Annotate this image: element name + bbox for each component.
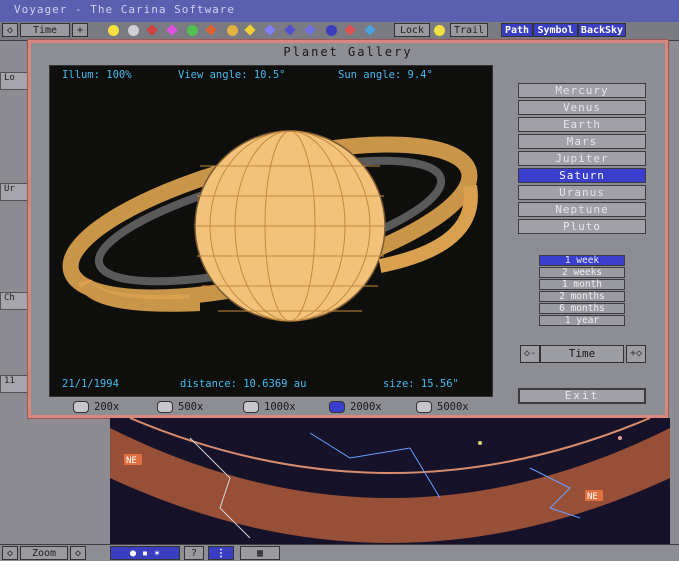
zoom-out-arrow[interactable]: ◇	[2, 546, 18, 560]
window-title: Voyager - The Carina Software	[14, 3, 236, 16]
coords-icon[interactable]: ⋮	[208, 546, 234, 560]
sky-map[interactable]: NE NE	[110, 418, 670, 548]
planet-neptune-button[interactable]: Neptune	[518, 202, 646, 217]
mag-1000x-option[interactable]: 1000x	[243, 399, 296, 415]
left-panel-tab[interactable]: Lo	[0, 72, 28, 90]
time-step-back-button[interactable]: ◇-	[520, 345, 540, 363]
time-step-label: Time	[540, 345, 624, 363]
asteroid-icon[interactable]	[205, 24, 217, 36]
left-panel-tab[interactable]: Ch	[0, 292, 28, 310]
mag-500x-option[interactable]: 500x	[157, 399, 203, 415]
trail-button[interactable]: Trail	[450, 23, 488, 37]
planet-saturn-button[interactable]: Saturn	[518, 168, 646, 183]
size-readout: size: 15.56"	[383, 378, 459, 390]
planet-uranus-button[interactable]: Uranus	[518, 185, 646, 200]
toolbar-time-button[interactable]: Time	[20, 23, 70, 37]
mag-5000x-option[interactable]: 5000x	[416, 399, 469, 415]
mag-200x-option[interactable]: 200x	[73, 399, 119, 415]
time-back-arrow[interactable]: ◇	[2, 23, 18, 37]
trail-sun-icon	[434, 25, 445, 36]
planet-venus-button[interactable]: Venus	[518, 100, 646, 115]
exit-button[interactable]: Exit	[518, 388, 646, 404]
zoom-in-arrow[interactable]: ◇	[70, 546, 86, 560]
sun-icon[interactable]	[108, 25, 119, 36]
planet-list: Mercury Venus Earth Mars Jupiter Saturn …	[518, 83, 646, 236]
lock-button[interactable]: Lock	[394, 23, 430, 37]
window-titlebar: Voyager - The Carina Software	[0, 0, 679, 22]
saturn-image	[62, 130, 478, 322]
horizon-icon[interactable]	[344, 24, 356, 36]
grid-toggle-icon[interactable]: ▦	[240, 546, 280, 560]
planet-view: Illum: 100% View angle: 10.5° Sun angle:…	[49, 65, 493, 397]
checkbox-icon	[157, 401, 173, 413]
ne-marker-left-label: NE	[126, 456, 137, 466]
planet-gallery-dialog: Planet Gallery Illum: 100% View angle: 1…	[28, 40, 668, 418]
period-1-week[interactable]: 1 week	[539, 255, 625, 266]
constellation-icon[interactable]	[304, 24, 316, 36]
left-panel-tab[interactable]: 11	[0, 375, 28, 393]
checkbox-icon	[73, 401, 89, 413]
path-button[interactable]: Path	[501, 23, 533, 37]
backsky-button[interactable]: BackSky	[578, 23, 626, 37]
mag-2000x-option[interactable]: 2000x	[329, 399, 382, 415]
main-toolbar: ◇ Time + Lock Trail Path Symbol BackSky	[0, 22, 679, 41]
magnification-options: 200x 500x 1000x 2000x 5000x	[73, 399, 493, 417]
distance-readout: distance: 10.6369 au	[180, 378, 307, 390]
planet-earth-button[interactable]: Earth	[518, 117, 646, 132]
period-1-month[interactable]: 1 month	[539, 279, 625, 290]
dialog-title: Planet Gallery	[283, 45, 413, 59]
cluster-icon[interactable]	[264, 24, 276, 36]
time-stepper: ◇- Time +◇	[520, 345, 646, 363]
period-2-months[interactable]: 2 months	[539, 291, 625, 302]
planet-filter-icon[interactable]	[146, 24, 158, 36]
bottom-toolbar: ◇ Zoom ◇ ● ▪ ✶ ? ⋮ ▦	[0, 544, 679, 561]
checkbox-icon	[243, 401, 259, 413]
comet-filter-icon[interactable]	[166, 24, 178, 36]
nebula-icon[interactable]	[284, 24, 296, 36]
symbol-button[interactable]: Symbol	[533, 23, 578, 37]
planet-mercury-button[interactable]: Mercury	[518, 83, 646, 98]
left-panel-tab[interactable]: Ur	[0, 183, 28, 201]
period-1-year[interactable]: 1 year	[539, 315, 625, 326]
time-forward-arrow[interactable]: +	[72, 23, 88, 37]
period-6-months[interactable]: 6 months	[539, 303, 625, 314]
grid-icon[interactable]	[326, 25, 337, 36]
view-mode-icons[interactable]: ● ▪ ✶	[110, 546, 180, 560]
period-2-weeks[interactable]: 2 weeks	[539, 267, 625, 278]
moon-icon[interactable]	[128, 25, 139, 36]
planet-pluto-button[interactable]: Pluto	[518, 219, 646, 234]
date-readout: 21/1/1994	[62, 378, 119, 390]
zoom-button[interactable]: Zoom	[20, 546, 68, 560]
planet-mars-button[interactable]: Mars	[518, 134, 646, 149]
deep-sky-icon[interactable]	[187, 25, 198, 36]
galaxy-icon[interactable]	[227, 25, 238, 36]
time-step-forward-button[interactable]: +◇	[626, 345, 646, 363]
tree-icon[interactable]	[364, 24, 376, 36]
ne-marker-right-label: NE	[587, 492, 598, 502]
star-filter-icon[interactable]	[244, 24, 256, 36]
checkbox-checked-icon	[329, 401, 345, 413]
checkbox-icon	[416, 401, 432, 413]
planet-jupiter-button[interactable]: Jupiter	[518, 151, 646, 166]
info-icon[interactable]: ?	[184, 546, 204, 560]
time-step-list: 1 week 2 weeks 1 month 2 months 6 months…	[539, 255, 625, 327]
